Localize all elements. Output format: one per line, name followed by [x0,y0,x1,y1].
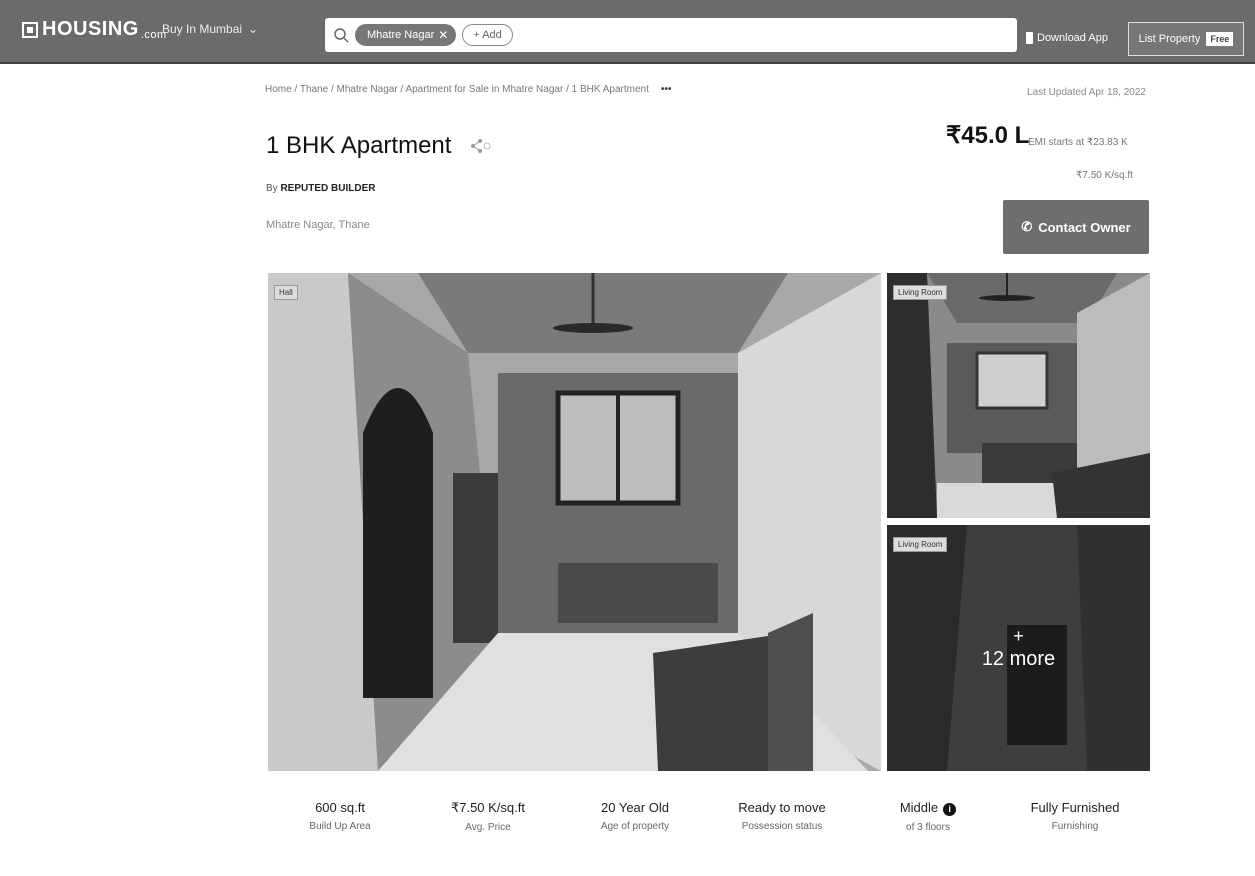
listing-price: ₹45.0 L [946,122,1030,149]
stat-value: Fully Furnished [1030,800,1120,815]
share-icon[interactable] [469,138,491,154]
stat-possession-status: Ready to move Possession status [712,800,852,832]
city-select-dropdown[interactable]: Buy In Mumbai ⌄ [162,22,258,36]
close-icon[interactable]: ✕ [438,28,448,42]
locality-chip-label: Mhatre Nagar [367,29,435,41]
builder-prefix: By [266,183,278,194]
stat-label: Possession status [741,821,823,832]
stat-value: 600 sq.ft [315,800,365,815]
search-icon [334,28,349,43]
chevron-down-icon: ⌄ [248,22,259,36]
stat-value-wrap: Middle i [858,800,998,816]
contact-owner-button[interactable]: ✆ Contact Owner [1003,200,1149,254]
logo-icon [22,21,38,38]
city-select-label: Buy In Mumbai [162,22,243,36]
breadcrumb[interactable]: Home / Thane / Mhatre Nagar / Apartment … [265,84,671,95]
listing-title: 1 BHK Apartment [266,132,452,159]
photo-tag-hall: Hall [274,285,298,300]
contact-owner-label: Contact Owner [1038,219,1131,235]
top-navbar: HOUSING .com Buy In Mumbai ⌄ Mhatre Naga… [0,0,1255,64]
stat-label: Age of property [600,821,670,832]
living-room-photo-image [887,273,1150,518]
stat-value: Ready to move [738,800,826,815]
breadcrumb-text[interactable]: Home / Thane / Mhatre Nagar / Apartment … [265,84,649,95]
stat-furnishing: Fully Furnished Furnishing [1005,800,1145,832]
stat-age-of-property: 20 Year Old Age of property [565,800,705,832]
hall-photo-image [268,273,881,771]
stat-label: Avg. Price [465,822,511,833]
property-stats: 600 sq.ft Build Up Area ₹7.50 K/sq.ft Av… [270,800,1150,860]
price-per-sqft: ₹7.50 K/sq.ft [1076,170,1133,181]
search-bar[interactable]: Mhatre Nagar ✕ + Add [325,18,1017,52]
builder-name[interactable]: REPUTED BUILDER [280,183,375,194]
more-photos-count: 12 more [981,647,1056,670]
stat-floor: Middle i of 3 floors [858,800,998,833]
locality-chip[interactable]: Mhatre Nagar ✕ [355,24,457,46]
logo-text: HOUSING [42,18,139,40]
add-locality-button[interactable]: + Add [462,24,513,46]
stat-avg-price: ₹7.50 K/sq.ft Avg. Price [418,800,558,833]
download-app-label: Download App [1037,32,1108,44]
phone-icon [1026,32,1033,44]
photo-tag-living-room-1: Living Room [893,285,948,300]
list-property-label: List Property [1138,33,1201,45]
emi-info[interactable]: EMI starts at ₹23.83 K [1028,137,1128,148]
phone-call-icon: ✆ [1021,219,1033,234]
stat-label: Furnishing [1051,821,1099,832]
housing-logo[interactable]: HOUSING .com [22,18,167,41]
main-photo[interactable]: Hall [268,273,881,771]
stat-label: Build Up Area [309,821,371,832]
plus-icon: + [1013,625,1024,646]
stat-value: Middle [899,800,939,815]
list-property-button[interactable]: List Property Free [1128,22,1244,56]
more-photos-overlay[interactable]: + 12 more [887,525,1150,771]
last-updated: Last Updated Apr 18, 2022 [1027,87,1146,98]
stat-value: ₹7.50 K/sq.ft [450,800,526,815]
download-app-link[interactable]: Download App [1026,32,1108,44]
breadcrumb-more-icon[interactable]: ••• [661,84,672,95]
builder-info: By REPUTED BUILDER [266,183,375,194]
info-icon[interactable]: i [943,803,957,816]
stat-value: 20 Year Old [601,800,669,815]
stat-label: of 3 floors [906,822,950,833]
locality-text[interactable]: Mhatre Nagar, Thane [266,219,370,231]
stat-build-up-area: 600 sq.ft Build Up Area [270,800,410,832]
side-photo-1[interactable]: Living Room [887,273,1150,518]
free-badge: Free [1206,32,1234,46]
side-photo-2[interactable]: Living Room + 12 more [887,525,1150,771]
